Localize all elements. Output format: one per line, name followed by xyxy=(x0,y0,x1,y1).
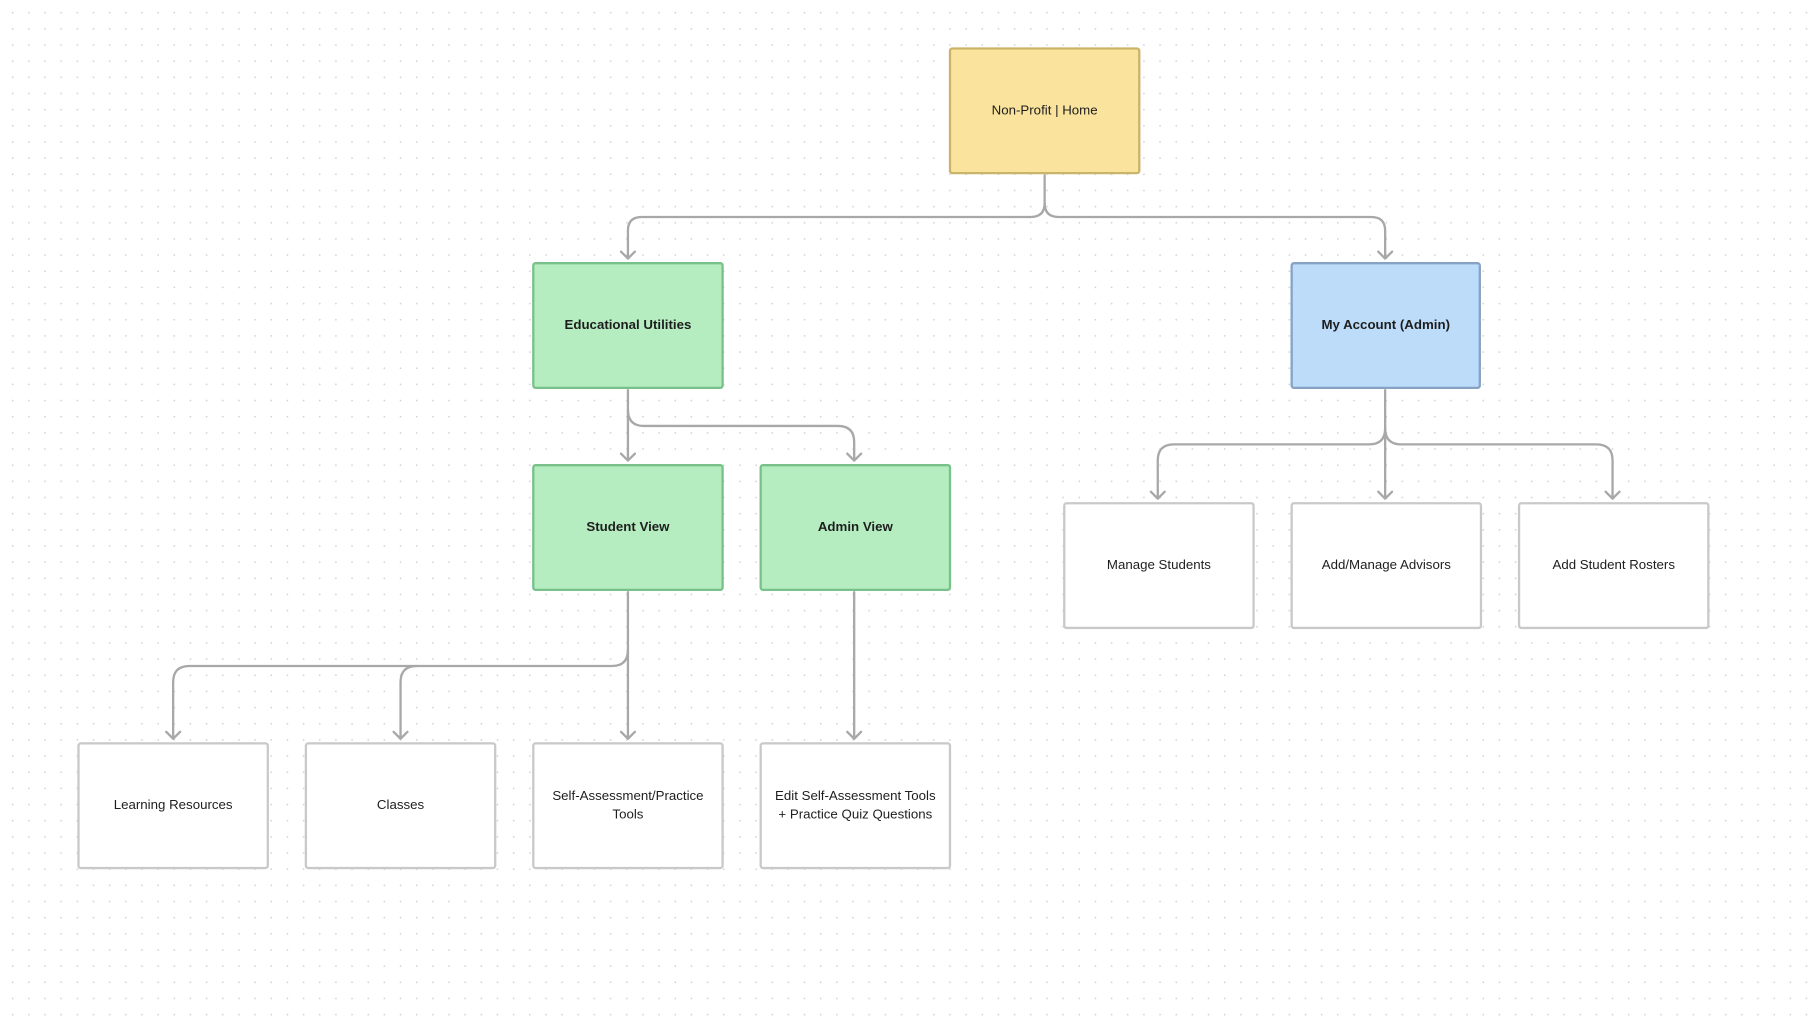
node-educational-utilities[interactable]: Educational Utilities xyxy=(532,262,724,389)
connector-account-students xyxy=(1149,427,1387,500)
node-learning-resources[interactable]: Learning Resources xyxy=(77,742,269,870)
connector-student-learning xyxy=(165,591,630,740)
node-student-view[interactable]: Student View xyxy=(532,464,724,592)
node-self-assessment[interactable]: Self-Assessment/Practice Tools xyxy=(532,742,724,870)
connector-edu-student xyxy=(619,388,637,462)
node-add-manage-advisors[interactable]: Add/Manage Advisors xyxy=(1290,502,1483,630)
node-manage-students[interactable]: Manage Students xyxy=(1063,502,1255,630)
node-classes[interactable]: Classes xyxy=(304,742,497,870)
connector-edu-admin xyxy=(626,408,863,462)
connector-home-edu xyxy=(619,174,1046,260)
connector-admin-edit xyxy=(846,591,863,740)
node-home[interactable]: Non-Profit | Home xyxy=(948,47,1141,175)
connector-account-rosters xyxy=(1384,427,1621,500)
diagram-canvas: Non-Profit | Home Educational Utilities … xyxy=(0,0,1810,1018)
node-add-student-rosters[interactable]: Add Student Rosters xyxy=(1517,502,1710,630)
connector-student-classes xyxy=(392,664,418,740)
connector-home-account xyxy=(1043,202,1394,260)
node-edit-self-assessment[interactable]: Edit Self-Assessment Tools + Practice Qu… xyxy=(759,742,952,870)
node-my-account[interactable]: My Account (Admin) xyxy=(1290,262,1481,389)
connector-account-manage xyxy=(1377,388,1394,500)
node-admin-view[interactable]: Admin View xyxy=(759,464,952,592)
